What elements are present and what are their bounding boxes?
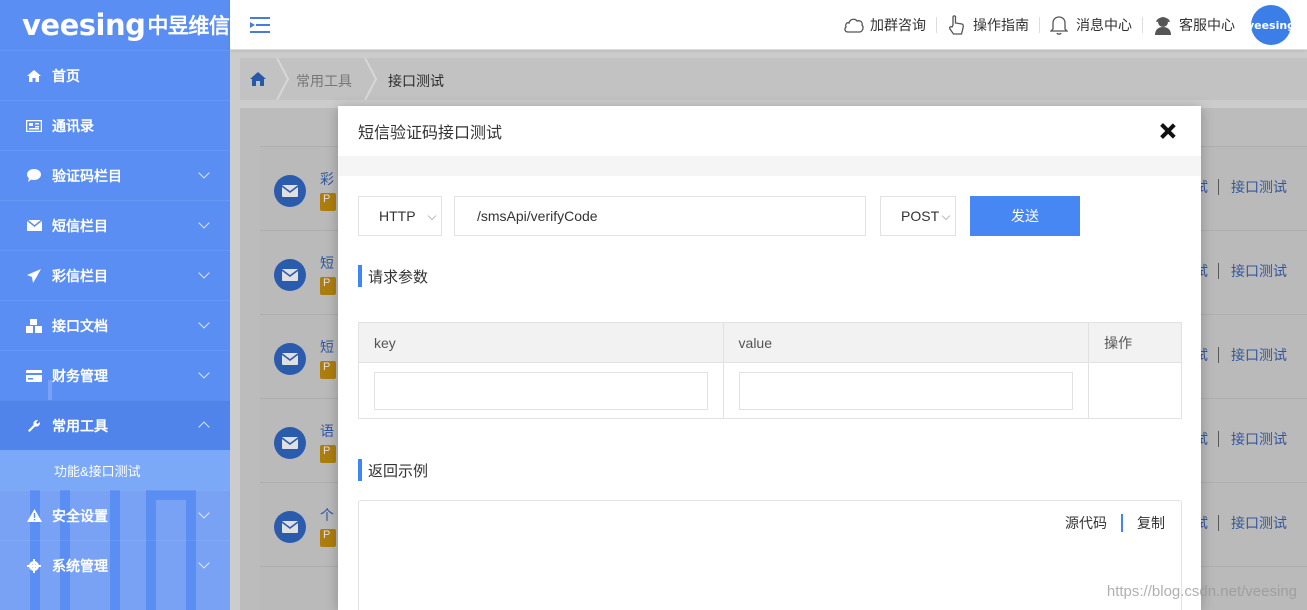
chevron-down-icon [198,167,210,179]
sidebar-item-label: 接口文档 [52,317,108,334]
guide-label: 操作指南 [973,17,1029,33]
method-value: POST [901,208,940,224]
sidebar-item-home[interactable]: 首页 [0,50,230,100]
sidebar-subitem-label: 功能&接口测试 [54,463,141,479]
source-code-button[interactable]: 源代码 [1065,513,1107,533]
join-group-link[interactable]: 加群咨询 [834,17,937,33]
response-section-title: 返回示例 [358,459,428,481]
protocol-value: HTTP [379,208,416,224]
top-header: 加群咨询 操作指南 消息中心 客服中心 veesing [230,0,1307,50]
chevron-up-icon [198,421,210,433]
table-header-key: key [358,322,724,363]
table-header-action: 操作 [1088,322,1182,363]
param-action-cell [1088,362,1182,419]
sidebar-item-mms[interactable]: 彩信栏目 [0,250,230,300]
sidebar-item-finance[interactable]: 财务管理 [0,350,230,400]
params-title-text: 请求参数 [368,268,429,286]
params-table: key value 操作 [358,322,1182,419]
sidebar-item-label: 财务管理 [52,367,108,384]
table-row [358,362,1182,419]
sidebar-item-contacts[interactable]: 通讯录 [0,100,230,150]
sidebar-item-tools[interactable]: 常用工具 [0,400,230,450]
sidebar-item-label: 安全设置 [52,507,108,524]
chevron-down-icon [198,267,210,279]
hand-pointer-icon [947,15,967,35]
sidebar-item-label: 系统管理 [52,557,108,574]
home-icon [26,68,42,84]
sidebar: veesing 中昱维信 首页 通讯录 验证码栏目 短信栏目 彩信栏目 接口文档… [0,0,230,610]
avatar[interactable]: veesing [1247,5,1295,45]
support-center-label: 客服中心 [1179,17,1235,33]
param-value-input[interactable] [738,371,1074,410]
gear-icon [26,558,42,574]
wrench-icon [26,418,42,434]
guide-link[interactable]: 操作指南 [937,15,1040,35]
chevron-down-icon [427,211,437,221]
chevron-down-icon [198,507,210,519]
sidebar-item-label: 验证码栏目 [52,167,122,184]
request-row: HTTP POST 发送 [358,196,1080,236]
warning-icon [26,508,42,524]
params-section-title: 请求参数 [358,265,428,287]
join-group-label: 加群咨询 [870,17,926,33]
sidebar-item-label: 首页 [52,67,80,84]
url-input[interactable] [454,196,866,236]
logo-brand-text: veesing [22,8,146,42]
sidebar-item-system[interactable]: 系统管理 [0,540,230,590]
chevron-down-icon [198,367,210,379]
watermark: https://blog.csdn.net/veesing [1106,583,1297,600]
credit-card-icon [26,368,42,384]
modal-divider [338,156,1201,176]
cloud-chat-icon [844,15,864,35]
close-icon[interactable] [1159,122,1177,140]
sidebar-item-label: 短信栏目 [52,217,108,234]
sidebar-item-label: 彩信栏目 [52,267,108,284]
sidebar-item-security[interactable]: 安全设置 [0,490,230,540]
logo-cn-text: 中昱维信 [147,15,230,38]
protocol-select[interactable]: HTTP [358,196,442,236]
copy-button[interactable]: 复制 [1137,513,1165,533]
support-center-link[interactable]: 客服中心 [1143,15,1245,35]
chevron-down-icon [198,217,210,229]
message-center-label: 消息中心 [1076,17,1132,33]
chat-bubble-icon [26,168,42,184]
modal-header: 短信验证码接口测试 [338,106,1201,156]
table-header-value: value [722,322,1090,363]
api-test-modal: 短信验证码接口测试 HTTP POST 发送 请求参数 key value 操作 [338,106,1201,610]
response-title-text: 返回示例 [368,462,429,480]
sidebar-item-api-docs[interactable]: 接口文档 [0,300,230,350]
menu-toggle-icon[interactable] [250,16,270,34]
cubes-icon [26,318,42,334]
sidebar-item-label: 通讯录 [52,117,94,134]
modal-title: 短信验证码接口测试 [358,125,503,142]
sidebar-menu: 首页 通讯录 验证码栏目 短信栏目 彩信栏目 接口文档 财务管理 常用工具 功能… [0,50,230,590]
envelope-icon [26,218,42,234]
sidebar-subitem-api-test[interactable]: 功能&接口测试 [0,450,230,490]
method-select[interactable]: POST [880,196,956,236]
message-center-link[interactable]: 消息中心 [1040,15,1143,35]
chevron-down-icon [198,557,210,569]
send-button[interactable]: 发送 [970,196,1080,236]
sidebar-item-label: 常用工具 [52,417,108,434]
sidebar-item-sms[interactable]: 短信栏目 [0,200,230,250]
chevron-down-icon [941,211,951,221]
response-box: 源代码 复制 [358,500,1182,610]
bell-icon [1050,15,1070,35]
contact-card-icon [26,118,42,134]
paper-plane-icon [26,268,42,284]
sidebar-item-verify-code[interactable]: 验证码栏目 [0,150,230,200]
param-key-input[interactable] [374,371,708,410]
support-agent-icon [1153,15,1173,35]
chevron-down-icon [198,317,210,329]
brand-logo[interactable]: veesing 中昱维信 [0,0,230,50]
